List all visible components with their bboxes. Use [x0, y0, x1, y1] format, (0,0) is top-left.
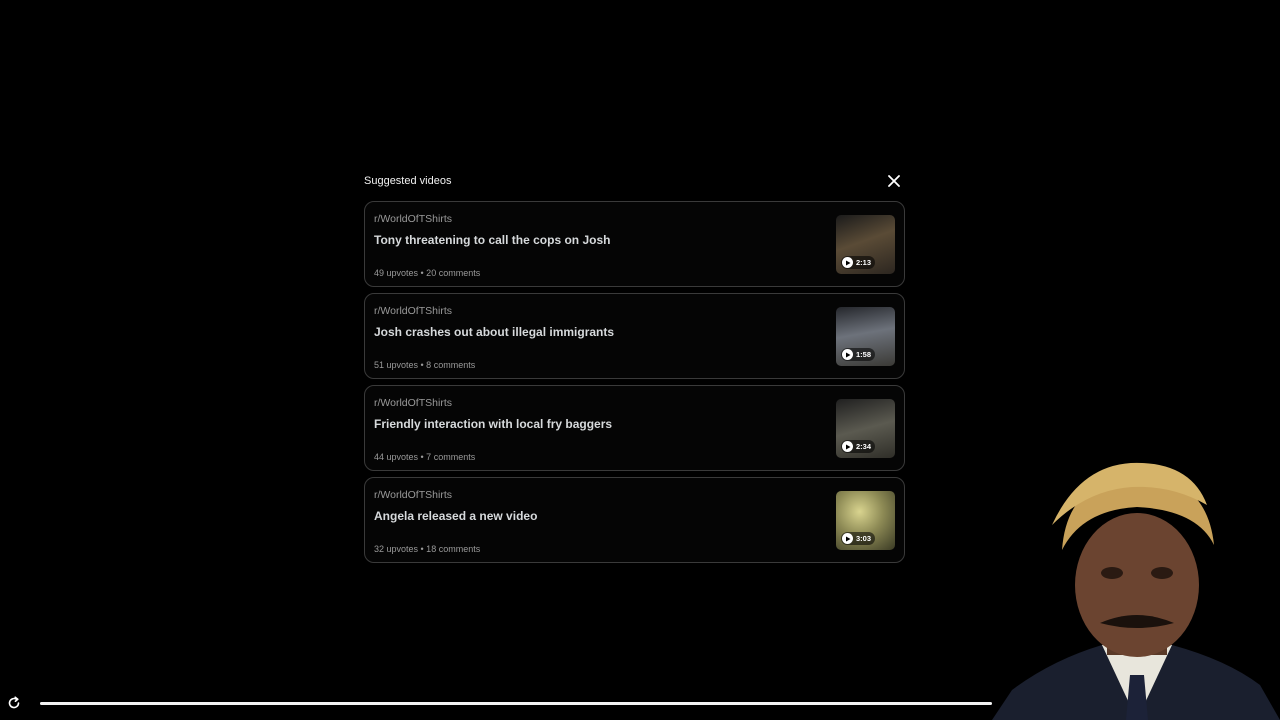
video-duration: 2:34 — [856, 442, 872, 451]
duration-badge: 2:13 — [841, 256, 876, 269]
play-icon — [842, 257, 853, 268]
video-card[interactable]: r/WorldOfTShirts Tony threatening to cal… — [364, 201, 905, 287]
video-title[interactable]: Angela released a new video — [374, 509, 537, 523]
video-card[interactable]: r/WorldOfTShirts Friendly interaction wi… — [364, 385, 905, 471]
video-duration: 2:13 — [856, 258, 872, 267]
video-meta: 51 upvotes • 8 comments — [374, 360, 476, 370]
reload-icon — [8, 696, 20, 709]
play-icon — [842, 533, 853, 544]
video-meta: 32 upvotes • 18 comments — [374, 544, 481, 554]
video-duration: 3:03 — [856, 534, 872, 543]
video-thumbnail[interactable]: 3:03 — [836, 491, 895, 550]
panel-title: Suggested videos — [364, 175, 452, 187]
suggested-videos-panel: Suggested videos r/WorldOfTShirts Tony t… — [364, 170, 905, 569]
video-thumbnail[interactable]: 2:34 — [836, 399, 895, 458]
video-title[interactable]: Tony threatening to call the cops on Jos… — [374, 233, 610, 247]
video-title[interactable]: Friendly interaction with local fry bagg… — [374, 417, 612, 431]
video-card[interactable]: r/WorldOfTShirts Josh crashes out about … — [364, 293, 905, 379]
video-meta: 49 upvotes • 20 comments — [374, 268, 481, 278]
duration-badge: 2:34 — [841, 440, 876, 453]
duration-badge: 1:58 — [841, 348, 876, 361]
play-icon — [842, 349, 853, 360]
duration-badge: 3:03 — [841, 532, 876, 545]
reload-button[interactable] — [5, 694, 23, 712]
video-subreddit[interactable]: r/WorldOfTShirts — [374, 305, 452, 317]
video-thumbnail[interactable]: 2:13 — [836, 215, 895, 274]
video-subreddit[interactable]: r/WorldOfTShirts — [374, 489, 452, 501]
video-subreddit[interactable]: r/WorldOfTShirts — [374, 397, 452, 409]
video-duration: 1:58 — [856, 350, 872, 359]
video-progress-bar[interactable] — [40, 702, 992, 705]
video-meta: 44 upvotes • 7 comments — [374, 452, 476, 462]
close-button[interactable] — [883, 170, 905, 192]
video-thumbnail[interactable]: 1:58 — [836, 307, 895, 366]
person-overlay-image — [992, 462, 1280, 720]
progress-fill — [40, 702, 992, 705]
close-icon — [888, 175, 900, 187]
video-title[interactable]: Josh crashes out about illegal immigrant… — [374, 325, 614, 339]
video-card[interactable]: r/WorldOfTShirts Angela released a new v… — [364, 477, 905, 563]
panel-header: Suggested videos — [364, 170, 905, 192]
video-subreddit[interactable]: r/WorldOfTShirts — [374, 213, 452, 225]
play-icon — [842, 441, 853, 452]
